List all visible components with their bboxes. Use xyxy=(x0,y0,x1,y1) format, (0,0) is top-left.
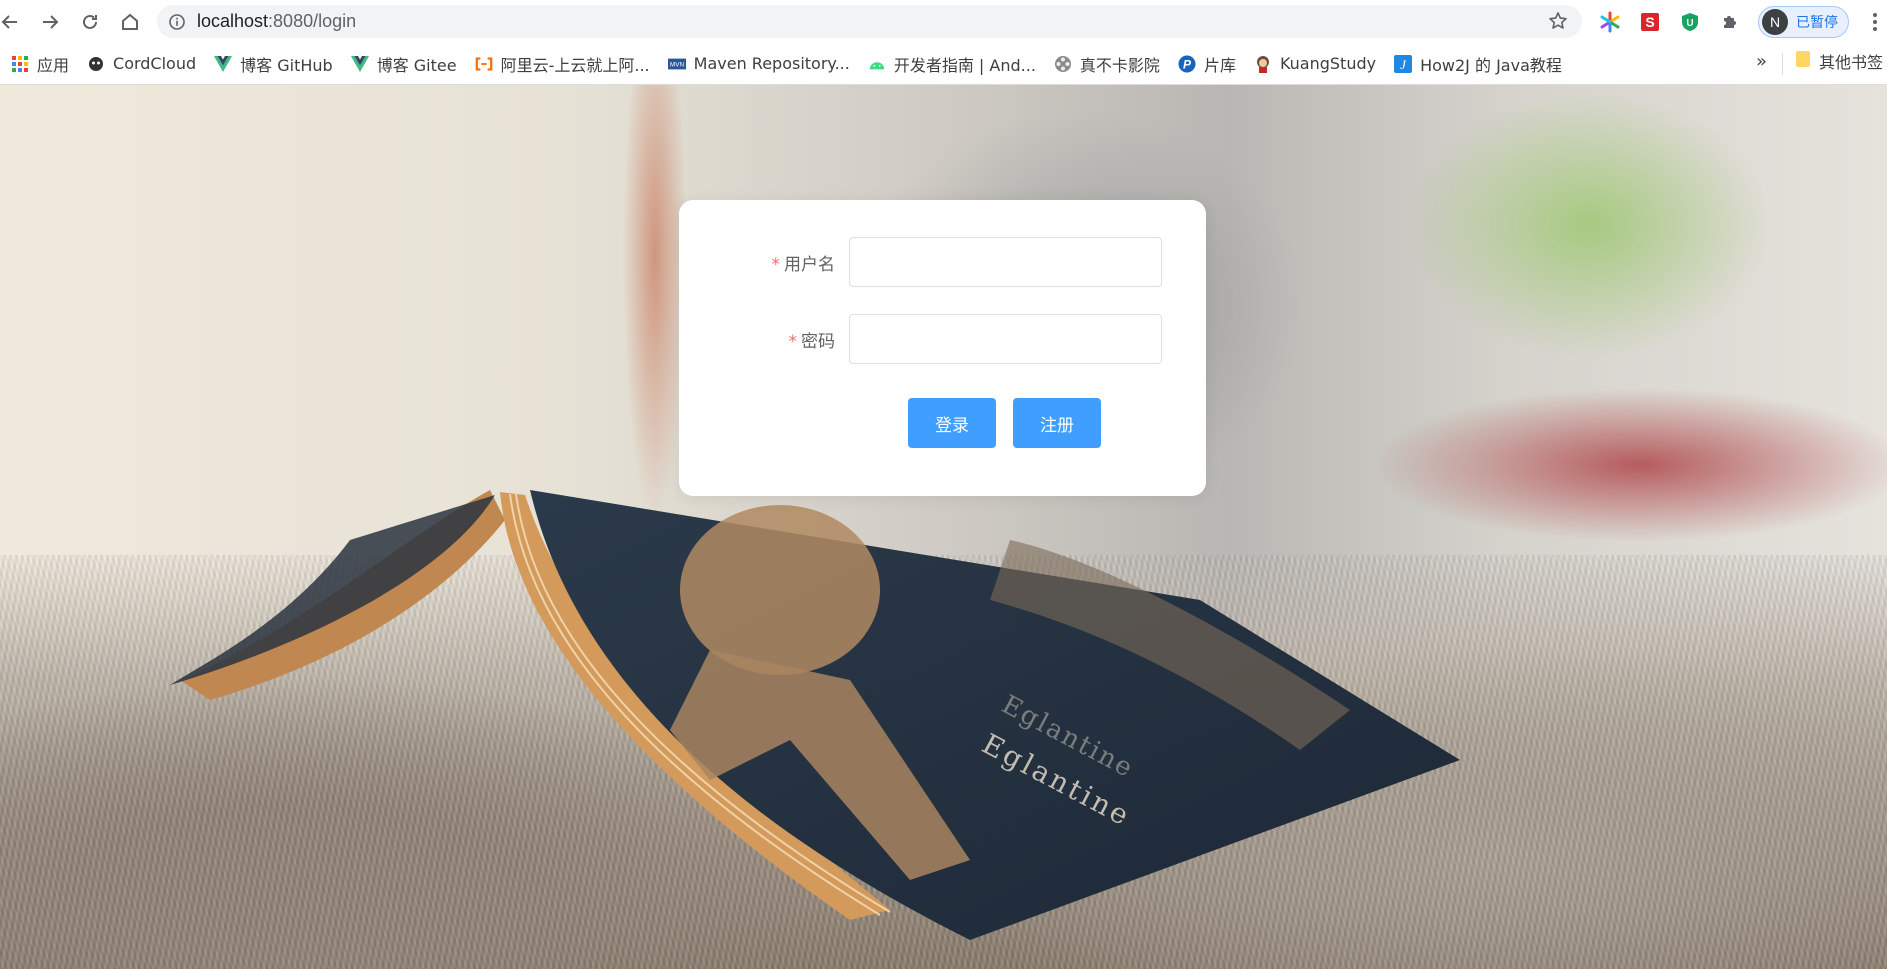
bookmark-aliyun[interactable]: 阿里云-上云就上阿... xyxy=(466,49,659,79)
bookmark-pianku[interactable]: P 片库 xyxy=(1169,49,1245,79)
required-mark: * xyxy=(788,331,798,352)
bookmark-label: 真不卡影院 xyxy=(1079,55,1160,75)
vue-icon xyxy=(214,55,233,73)
arrow-left-icon xyxy=(1,14,17,29)
required-mark: * xyxy=(771,254,781,275)
bookmark-label: How2J 的 Java教程 xyxy=(1420,55,1562,75)
pinwheel-extension-icon[interactable] xyxy=(1596,8,1624,36)
address-bar[interactable]: localhost:8080/login xyxy=(157,5,1582,38)
reload-button[interactable] xyxy=(70,2,110,42)
mvn-icon: MVN xyxy=(667,55,686,73)
register-button[interactable]: 注册 xyxy=(1013,398,1101,448)
svg-text:P: P xyxy=(1183,57,1192,71)
how2j-icon: J xyxy=(1394,54,1413,73)
home-button[interactable] xyxy=(110,2,150,42)
bookmark-label: 应用 xyxy=(37,55,70,75)
back-button[interactable] xyxy=(0,2,30,42)
bookmarks-overflow-button[interactable]: » xyxy=(1756,51,1767,72)
aliyun-icon xyxy=(475,55,493,73)
browser-menu-icon[interactable] xyxy=(1865,8,1885,36)
url-host: localhost xyxy=(197,11,269,31)
reload-icon xyxy=(83,14,97,29)
bookmark-label: 片库 xyxy=(1203,55,1236,75)
bookmark-label: Maven Repository... xyxy=(693,54,850,73)
svg-text:U: U xyxy=(1686,18,1693,29)
s-extension-icon[interactable]: S xyxy=(1636,8,1664,36)
p-icon: P xyxy=(1178,55,1196,73)
arrow-right-icon xyxy=(43,14,59,29)
folder-icon xyxy=(1795,50,1811,72)
avatar: N xyxy=(1762,8,1788,35)
bookmark-label: 开发者指南 | And... xyxy=(893,55,1036,75)
bookmark-star-icon[interactable] xyxy=(1548,11,1568,35)
username-label-text: 用户名 xyxy=(784,254,835,275)
site-info-icon[interactable] xyxy=(157,13,197,31)
extensions-area: S U N 已暂停 xyxy=(1596,5,1885,38)
bookmark-apps[interactable]: 应用 xyxy=(2,49,78,79)
bookmark-label: 博客 GitHub xyxy=(240,55,333,75)
login-page: Eglantine Eglantine * 用户名 * 密码 登录 注册 xyxy=(0,85,1887,969)
cordcloud-icon xyxy=(87,55,105,73)
profile-status-label: 已暂停 xyxy=(1796,14,1838,31)
bookmark-blog-gitee[interactable]: 博客 Gitee xyxy=(342,49,466,79)
bookmarks-divider xyxy=(1782,53,1783,75)
bookmark-how2j[interactable]: J How2J 的 Java教程 xyxy=(1385,49,1571,79)
apps-grid-icon xyxy=(11,55,29,73)
other-bookmarks-folder[interactable]: 其他书签 xyxy=(1795,49,1883,73)
password-input[interactable] xyxy=(849,314,1162,364)
bookmark-maven-repository[interactable]: MVN Maven Repository... xyxy=(659,49,859,79)
film-reel-icon xyxy=(1054,55,1072,73)
username-input[interactable] xyxy=(849,237,1162,287)
svg-text:S: S xyxy=(1645,14,1654,30)
password-label-text: 密码 xyxy=(801,331,835,352)
url-text: localhost:8080/login xyxy=(197,11,356,32)
login-button[interactable]: 登录 xyxy=(908,398,996,448)
home-icon xyxy=(122,13,138,30)
password-label: * 密码 xyxy=(679,327,849,352)
bookmark-cordcloud[interactable]: CordCloud xyxy=(78,49,205,79)
login-form-card: * 用户名 * 密码 登录 注册 xyxy=(679,200,1206,496)
bookmark-blog-github[interactable]: 博客 GitHub xyxy=(205,49,342,79)
password-row: * 密码 xyxy=(679,314,1206,364)
bookmarks-bar: 应用 CordCloud 博客 GitHub 博客 Gitee 阿里云-上云就上… xyxy=(0,43,1887,85)
url-path: :8080/login xyxy=(268,11,357,31)
username-label: * 用户名 xyxy=(679,250,849,275)
puzzle-extensions-icon[interactable] xyxy=(1716,8,1744,36)
bookmark-label: 博客 Gitee xyxy=(376,55,457,75)
bookmark-zhenbuka[interactable]: 真不卡影院 xyxy=(1045,49,1169,79)
bookmark-label: CordCloud xyxy=(113,54,197,73)
other-bookmarks-label: 其他书签 xyxy=(1819,53,1884,72)
username-row: * 用户名 xyxy=(679,237,1206,287)
bookmark-label: KuangStudy xyxy=(1279,54,1377,73)
bookmark-kuangstudy[interactable]: KuangStudy xyxy=(1245,49,1385,79)
bookmark-android-guide[interactable]: 开发者指南 | And... xyxy=(859,49,1045,79)
bookmark-label: 阿里云-上云就上阿... xyxy=(500,55,650,75)
shield-extension-icon[interactable]: U xyxy=(1676,8,1704,36)
background-book-image: Eglantine Eglantine xyxy=(170,490,1460,940)
profile-button[interactable]: N 已暂停 xyxy=(1758,5,1849,38)
android-icon xyxy=(868,55,886,73)
svg-text:MVN: MVN xyxy=(670,61,684,68)
mascot-icon xyxy=(1254,55,1272,73)
forward-button[interactable] xyxy=(30,2,70,42)
vue-icon xyxy=(350,55,369,73)
browser-toolbar: localhost:8080/login S U N 已暂停 xyxy=(0,0,1887,43)
